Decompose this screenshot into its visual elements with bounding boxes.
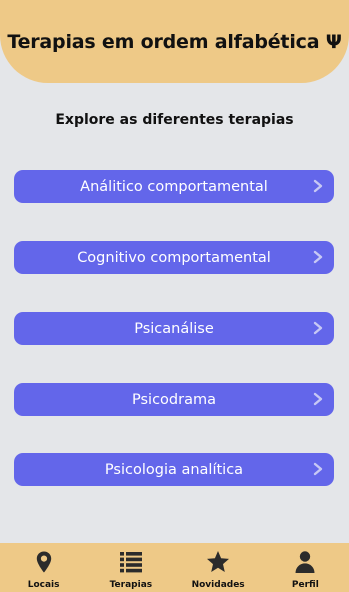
star-icon [207,551,230,572]
nav-label-perfil: Perfil [291,580,319,590]
nav-label-locais: Locais [27,580,60,590]
chevron-right-icon [313,462,323,476]
nav-item-terapias[interactable]: Terapias [87,543,174,592]
nav-item-novidades[interactable]: Novidades [175,543,262,592]
section-subtitle: Explore as diferentes terapias [55,112,294,128]
therapy-label: Cognitivo comportamental [77,249,271,266]
page-title: Terapias em ordem alfabética Ψ [7,30,342,53]
nav-label-terapias: Terapias [109,580,153,590]
app-header: Terapias em ordem alfabética Ψ [0,0,349,83]
therapy-label: Psicologia analítica [104,461,244,478]
therapy-button-cognitivo-comportamental[interactable]: Cognitivo comportamental [14,241,334,274]
nav-item-locais[interactable]: Locais [0,543,87,592]
bottom-navigation: Locais Terapias Novidades Perfil [0,543,349,592]
location-pin-icon [36,551,51,573]
chevron-right-icon [313,392,323,406]
nav-label-novidades: Novidades [191,580,245,590]
therapy-button-psicologia-analitica[interactable]: Psicologia analítica [14,453,334,486]
chevron-right-icon [313,179,323,193]
nav-item-perfil[interactable]: Perfil [262,543,349,592]
therapy-button-psicanalise[interactable]: Psicanálise [14,312,334,345]
user-icon [295,551,315,573]
therapy-label: Análitico comportamental [80,178,268,195]
chevron-right-icon [313,250,323,264]
chevron-right-icon [313,321,323,335]
therapy-button-analitico-comportamental[interactable]: Análitico comportamental [14,170,334,203]
list-icon [119,552,142,573]
therapy-button-psicodrama[interactable]: Psicodrama [14,383,334,416]
therapy-label: Psicodrama [132,391,216,408]
therapy-label: Psicanálise [134,320,214,337]
